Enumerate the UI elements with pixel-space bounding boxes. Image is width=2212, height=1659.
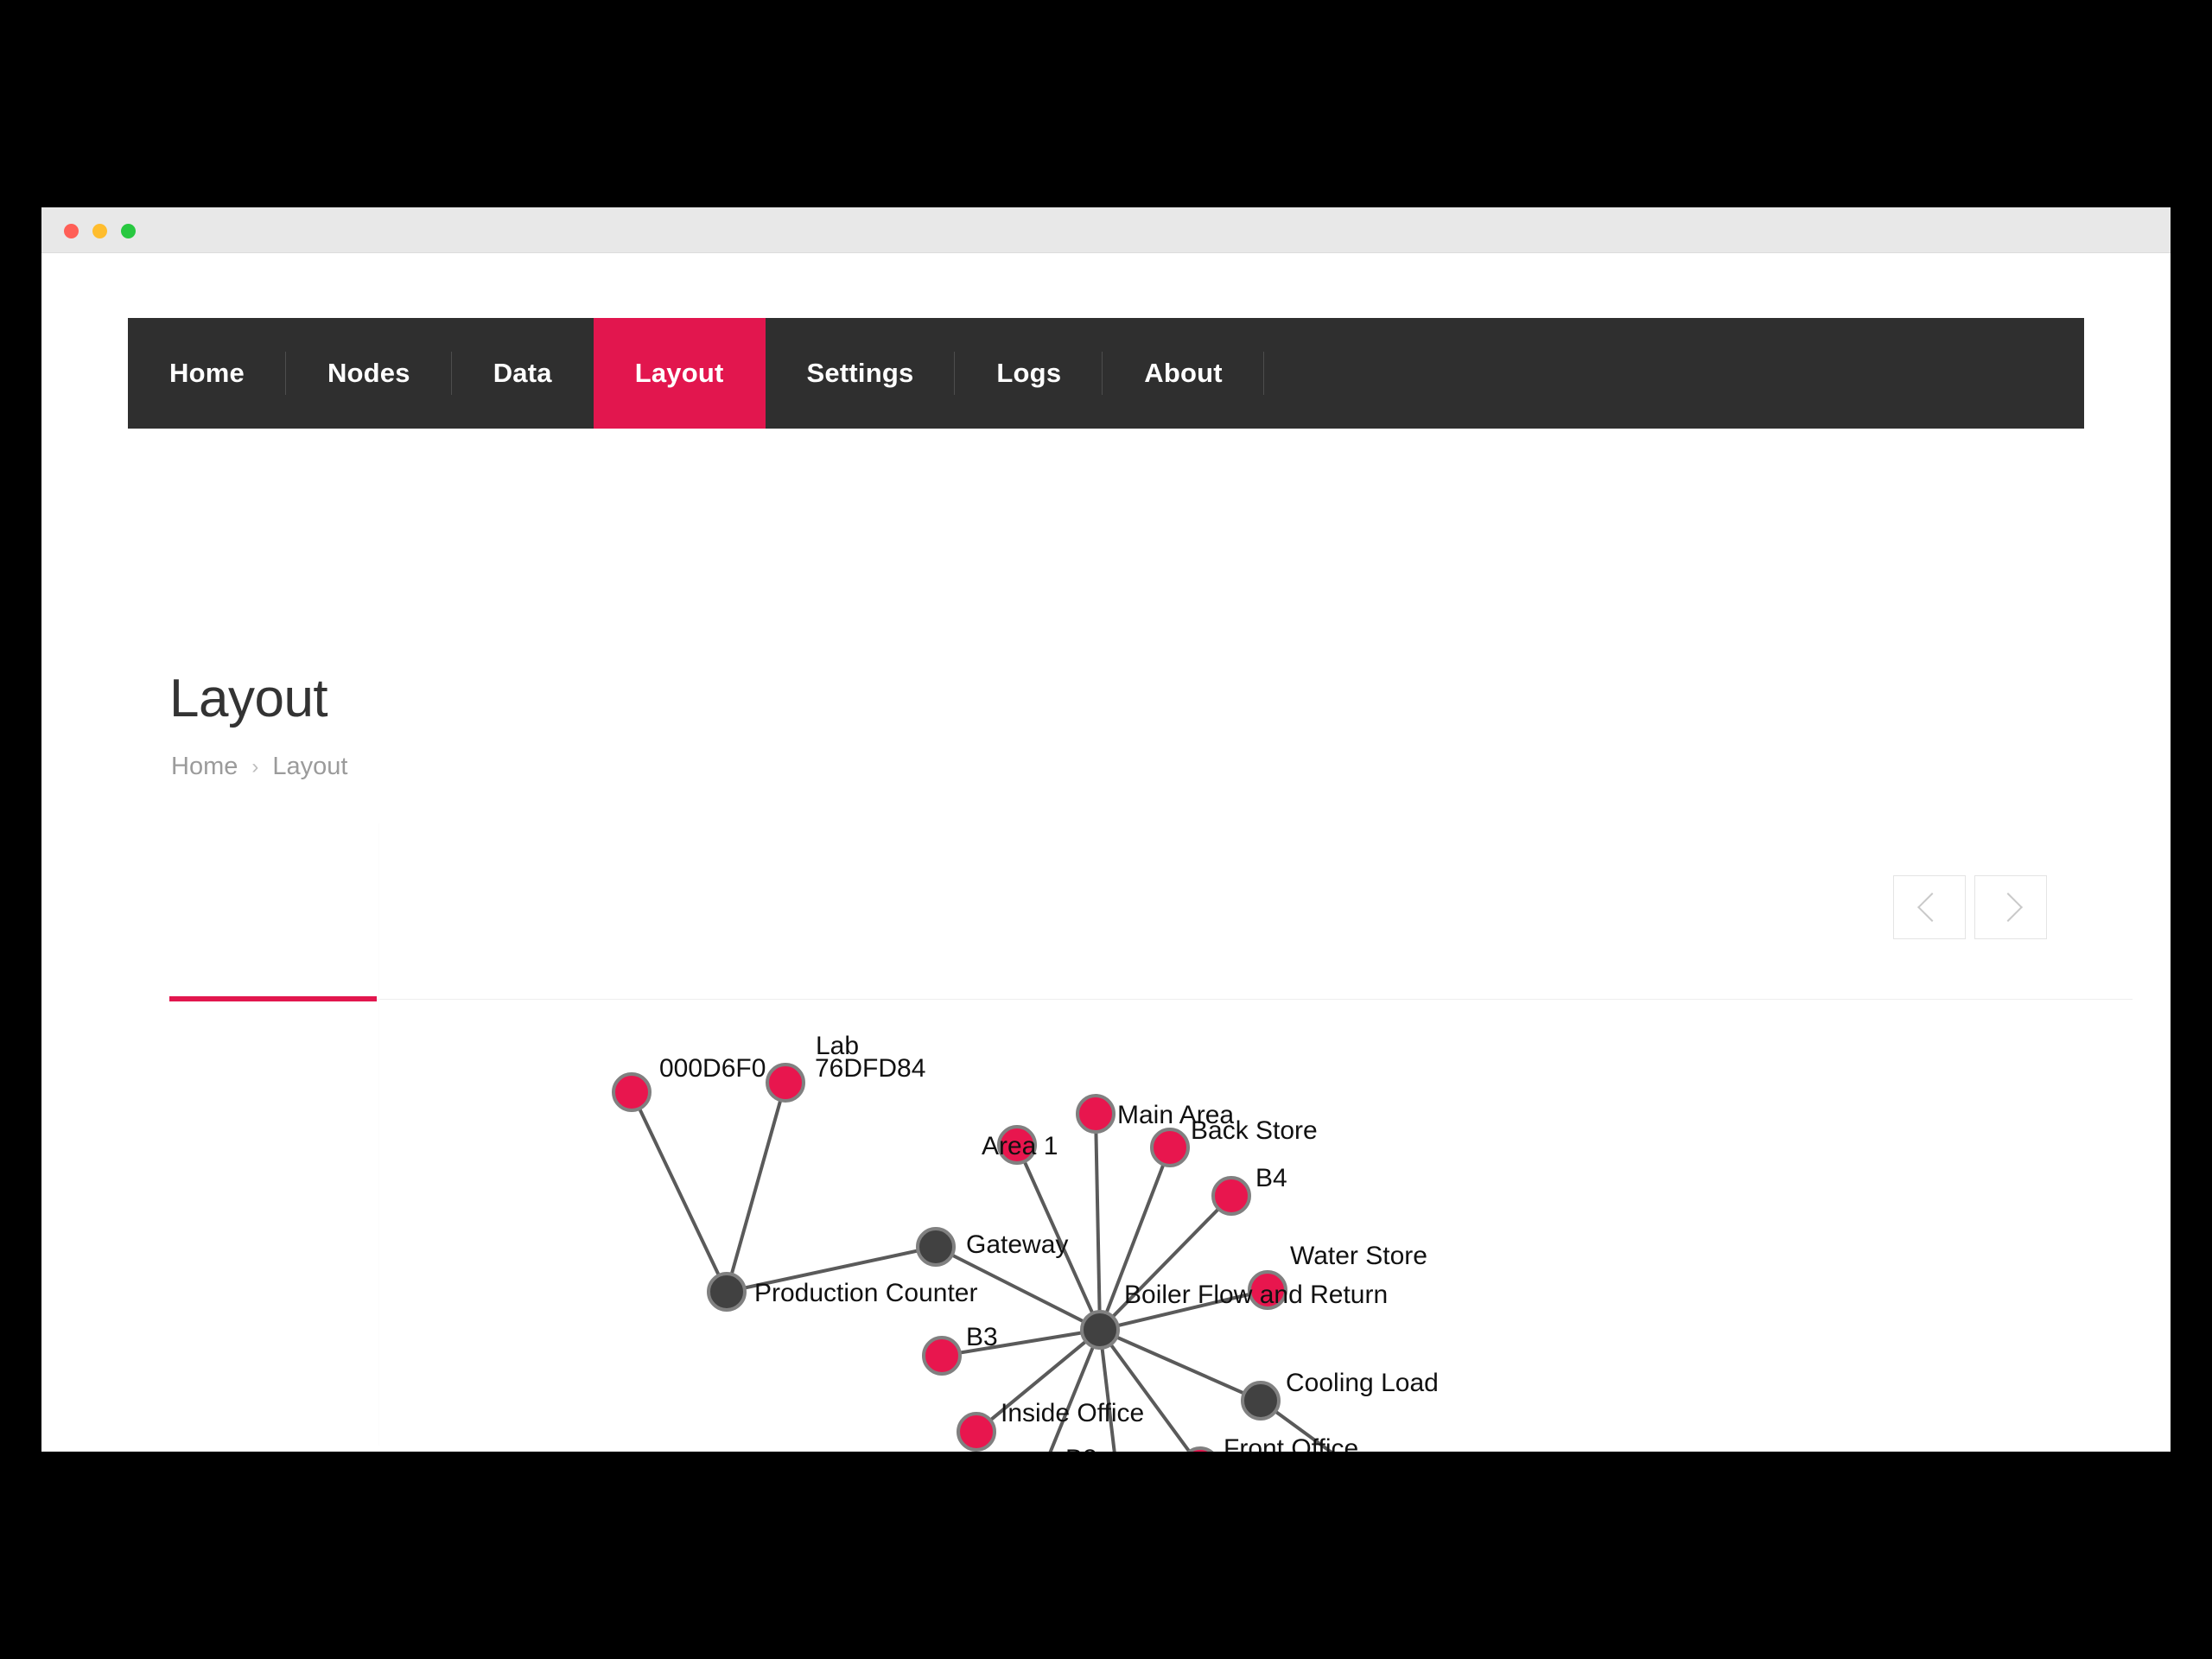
graph-node-label: Gateway [966, 1230, 1068, 1259]
graph-node-label: B3 [966, 1323, 998, 1351]
graph-node-gateway[interactable] [916, 1227, 956, 1267]
graph-node-label: Lab [816, 1032, 859, 1060]
graph-node-label: Inside Office [1001, 1399, 1144, 1427]
graph-edge [630, 1091, 728, 1293]
graph-node-production-counter[interactable] [707, 1272, 747, 1312]
page-header: Layout Home › Layout [41, 439, 2171, 1001]
page-title: Layout [169, 669, 328, 728]
graph-edge [1098, 1194, 1233, 1332]
graph-node-boiler-flow-and-return[interactable] [1080, 1310, 1120, 1350]
nav-item-layout[interactable]: Layout [593, 318, 766, 429]
graph-edge [1094, 1113, 1102, 1331]
graph-node-label: Water Store [1290, 1242, 1427, 1270]
graph-edge [1098, 1328, 1192, 1452]
screen-root: Home Nodes Data Layout Settings Logs About Lay… [0, 0, 2212, 1659]
nav-item-logs[interactable]: Logs [955, 318, 1103, 429]
graph-node-label: B4 [1255, 1164, 1287, 1192]
graph-edge [725, 1082, 787, 1293]
graph-node-back-store[interactable] [1150, 1128, 1190, 1167]
nav-item-label: Settings [806, 358, 914, 388]
graph-node-label: Area 1 [982, 1132, 1058, 1160]
graph-node-b3[interactable] [922, 1336, 962, 1376]
node-layout-graph[interactable]: 000D6F0 76DFD84LabProduction CounterGatew… [41, 819, 2171, 1452]
graph-node-cooling-load[interactable] [1241, 1381, 1281, 1421]
graph-node-main-area[interactable] [1076, 1094, 1116, 1134]
nav-item-settings[interactable]: Settings [766, 318, 956, 429]
minimize-window-button[interactable] [92, 224, 107, 238]
nav-item-home[interactable]: Home [128, 318, 286, 429]
page-viewport: Home Nodes Data Layout Settings Logs About Lay… [41, 253, 2171, 1452]
graph-node-label: Front Office [1224, 1434, 1358, 1452]
nav-item-nodes[interactable]: Nodes [286, 318, 452, 429]
breadcrumb-current: Layout [272, 753, 348, 780]
nav-item-data[interactable]: Data [452, 318, 594, 429]
traffic-light-group [64, 224, 136, 238]
nav-item-label: Home [169, 358, 245, 388]
nav-item-label: Layout [634, 358, 724, 388]
close-window-button[interactable] [64, 224, 79, 238]
nav-item-label: Nodes [327, 358, 410, 388]
nav-filler [1264, 318, 2084, 429]
breadcrumb-separator-icon: › [251, 754, 259, 779]
graph-node-label: Cooling Load [1286, 1369, 1439, 1397]
graph-node-inside-office[interactable] [957, 1412, 996, 1452]
graph-node-000d6f0[interactable] [612, 1072, 652, 1112]
nav-item-label: About [1144, 358, 1223, 388]
graph-node-label: Back Store [1191, 1116, 1318, 1145]
graph-node-76dfd84[interactable] [766, 1063, 805, 1103]
browser-window: Home Nodes Data Layout Settings Logs About Lay… [41, 207, 2171, 1452]
nav-item-about[interactable]: About [1103, 318, 1264, 429]
main-navigation: Home Nodes Data Layout Settings Logs About [128, 318, 2084, 429]
breadcrumb-home[interactable]: Home [171, 753, 238, 781]
nav-item-label: Logs [996, 358, 1062, 388]
zoom-window-button[interactable] [121, 224, 136, 238]
graph-edge [1048, 1329, 1102, 1452]
breadcrumb: Home › Layout [171, 753, 347, 781]
nav-item-label: Data [493, 358, 552, 388]
graph-node-b4[interactable] [1211, 1176, 1251, 1216]
layout-graph-pane[interactable]: 000D6F0 76DFD84 Lab Production Counter Gatew… [41, 819, 2171, 1452]
window-titlebar [41, 207, 2171, 253]
graph-node-label: Production Counter [754, 1279, 978, 1307]
graph-node-label: 000D6F0 [659, 1054, 766, 1083]
graph-node-label: Boiler Flow and Return [1124, 1281, 1388, 1309]
graph-node-label: B2 [1065, 1445, 1097, 1452]
